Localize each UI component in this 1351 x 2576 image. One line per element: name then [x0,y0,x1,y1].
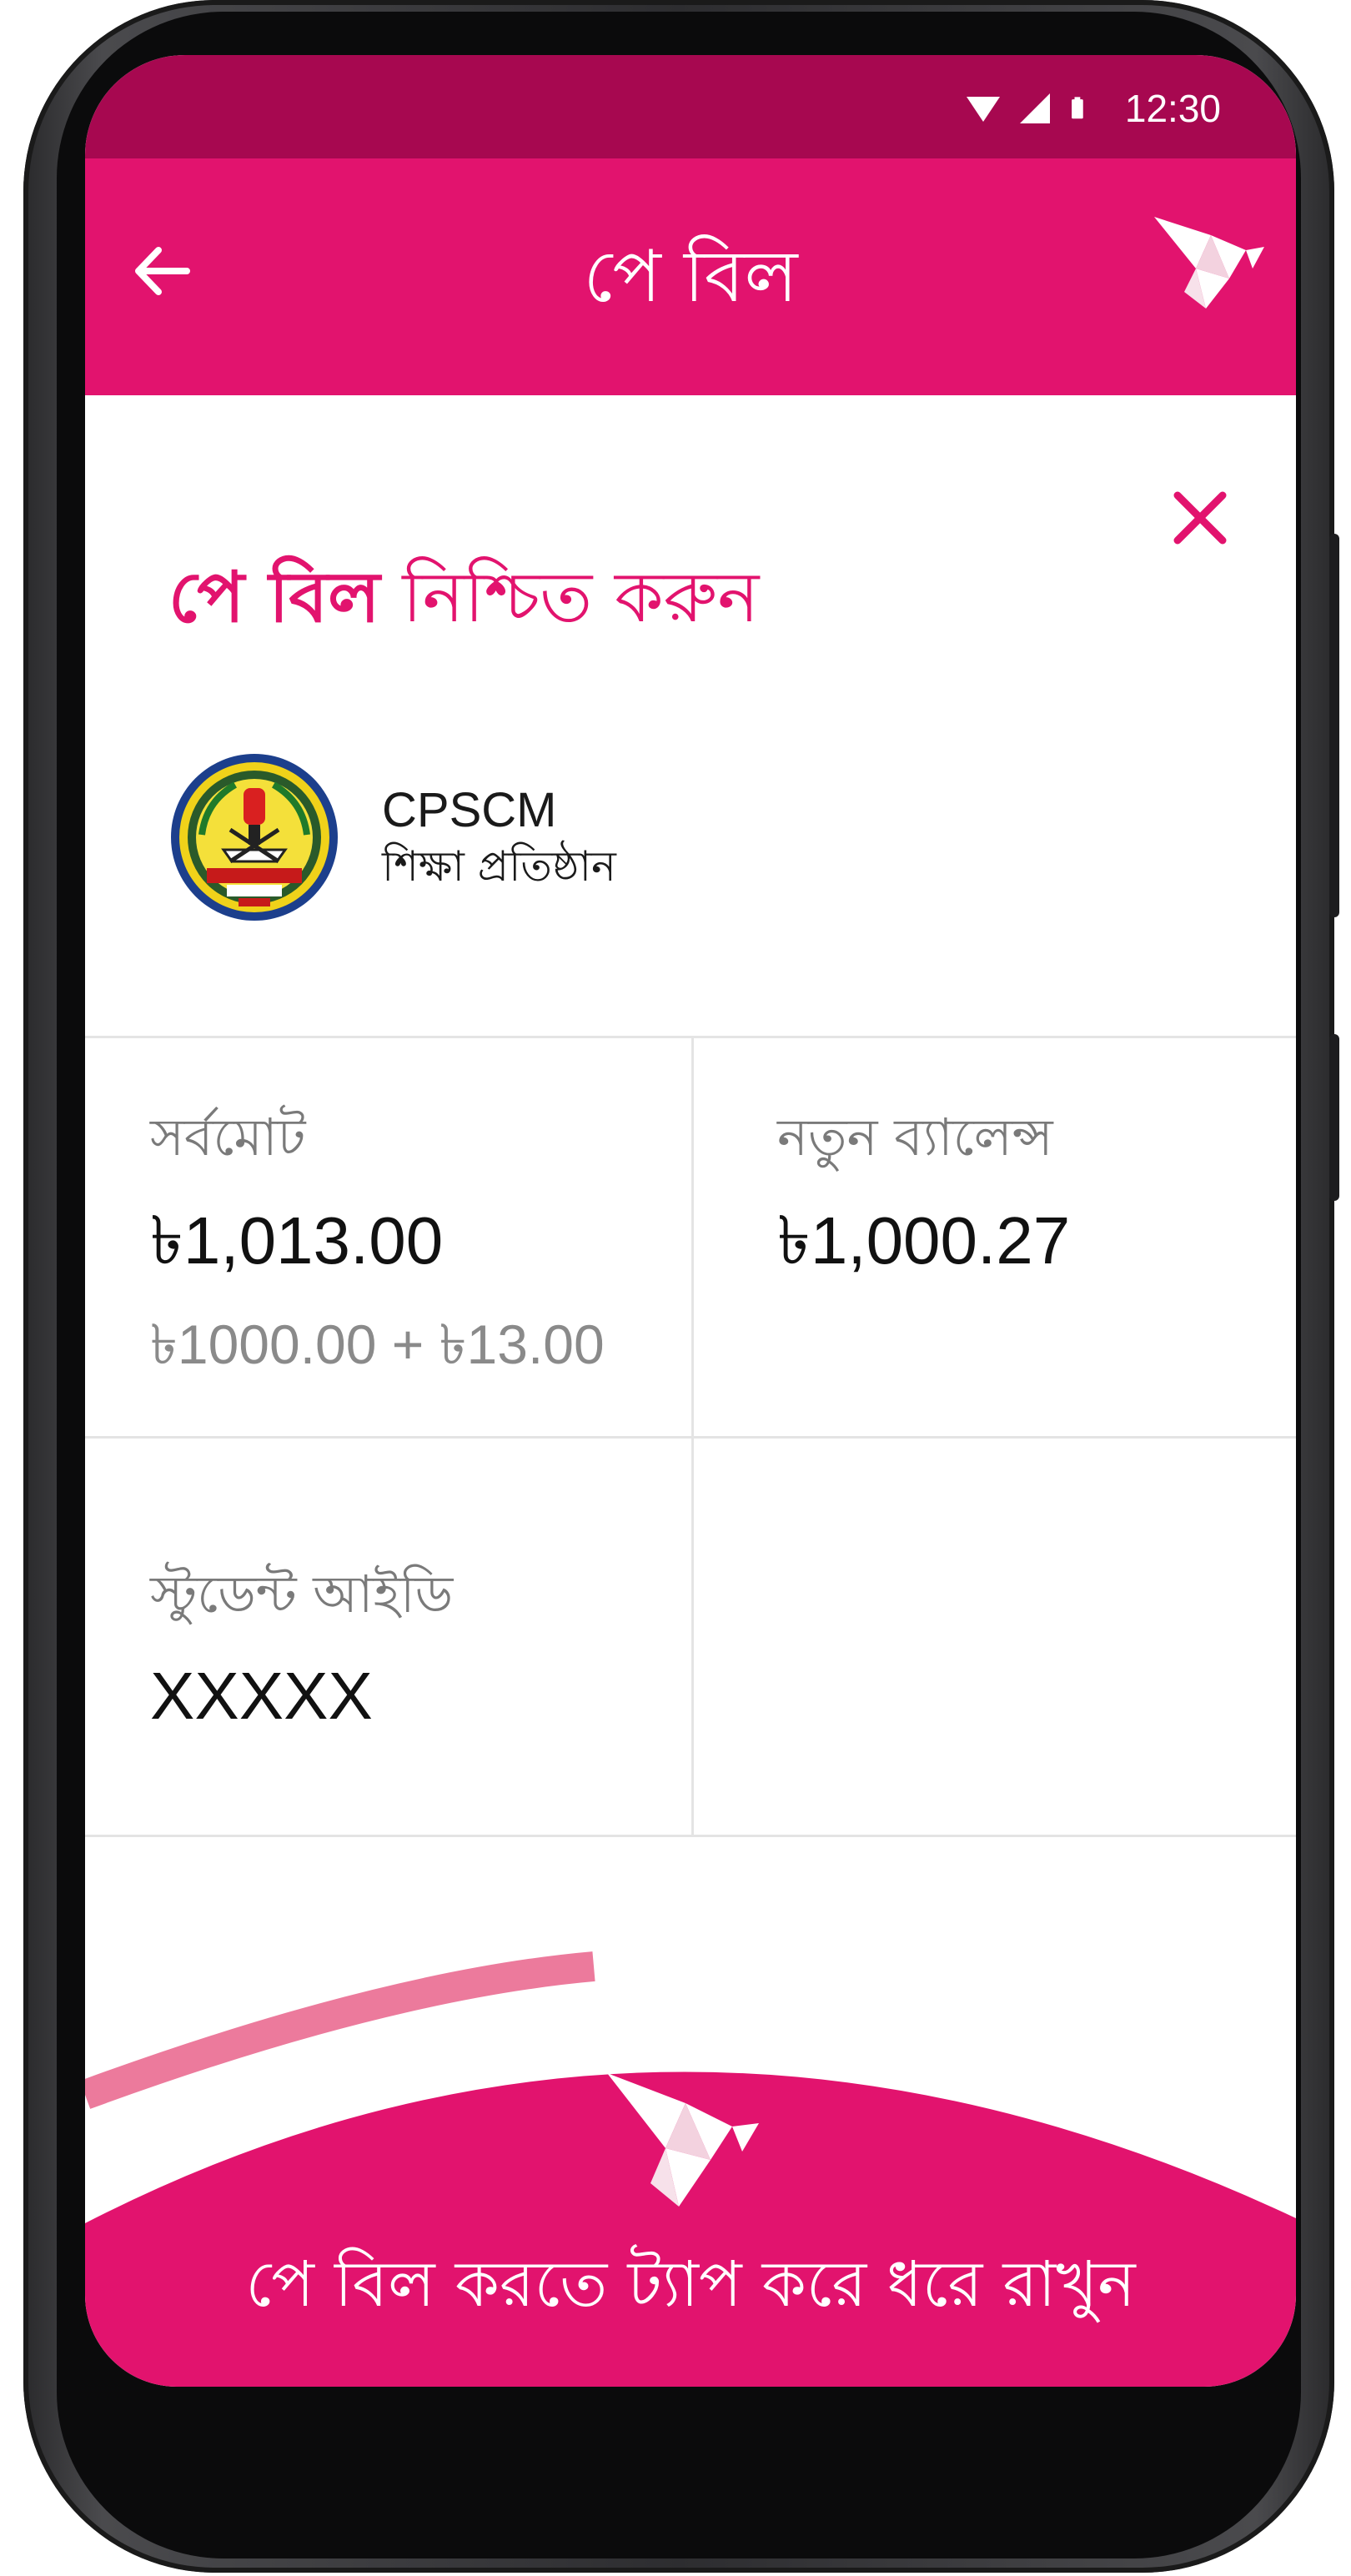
institution-seal-logo [171,754,338,921]
divider [85,1036,1296,1038]
confirm-title: পে বিল নিশ্চিত করুন [168,555,759,639]
confirm-title-rest: নিশ্চিত করুন [402,556,760,638]
biller-name: CPSCM [382,783,557,837]
confirm-title-bold: পে বিল [168,556,380,638]
page-title: পে বিল [583,235,798,319]
app-screen: 12:30 পে বিল পে বিল নিশ্চিত করুন CPSCM শ… [85,55,1296,2387]
wifi-icon [966,97,1000,122]
total-breakdown: ৳1000.00 + ৳13.00 [150,1313,605,1375]
biller-info: CPSCM শিক্ষা প্রতিষ্ঠান [168,751,616,923]
status-indicators: 12:30 [965,83,1221,133]
status-time: 12:30 [1124,87,1221,130]
divider [691,1036,694,1835]
side-button [1329,1034,1339,1201]
signal-icon [1019,93,1050,123]
student-id-label: স্টুডেন্ট আইডি [150,1564,454,1624]
total-label: সর্বমোট [150,1107,306,1167]
new-balance-value: ৳1,000.27 [777,1203,1071,1278]
student-id-value: XXXXX [150,1659,373,1733]
bird-logo-icon [607,2073,759,2207]
tap-hold-hint[interactable]: পে বিল করতে ট্যাপ করে ধরে রাখুন [85,2244,1296,2324]
app-bar: পে বিল [85,158,1296,395]
total-value: ৳1,013.00 [150,1203,444,1278]
close-icon[interactable] [1163,480,1238,555]
divider [85,1436,1296,1439]
new-balance-label: নতুন ব্যালেন্স [777,1107,1053,1167]
biller-type: শিক্ষা প্রতিষ্ঠান [382,842,616,891]
divider [85,1835,1296,1837]
side-button [1329,534,1339,917]
bird-logo-icon [1154,217,1264,309]
battery-icon [1071,97,1083,119]
status-bar: 12:30 [85,55,1296,158]
